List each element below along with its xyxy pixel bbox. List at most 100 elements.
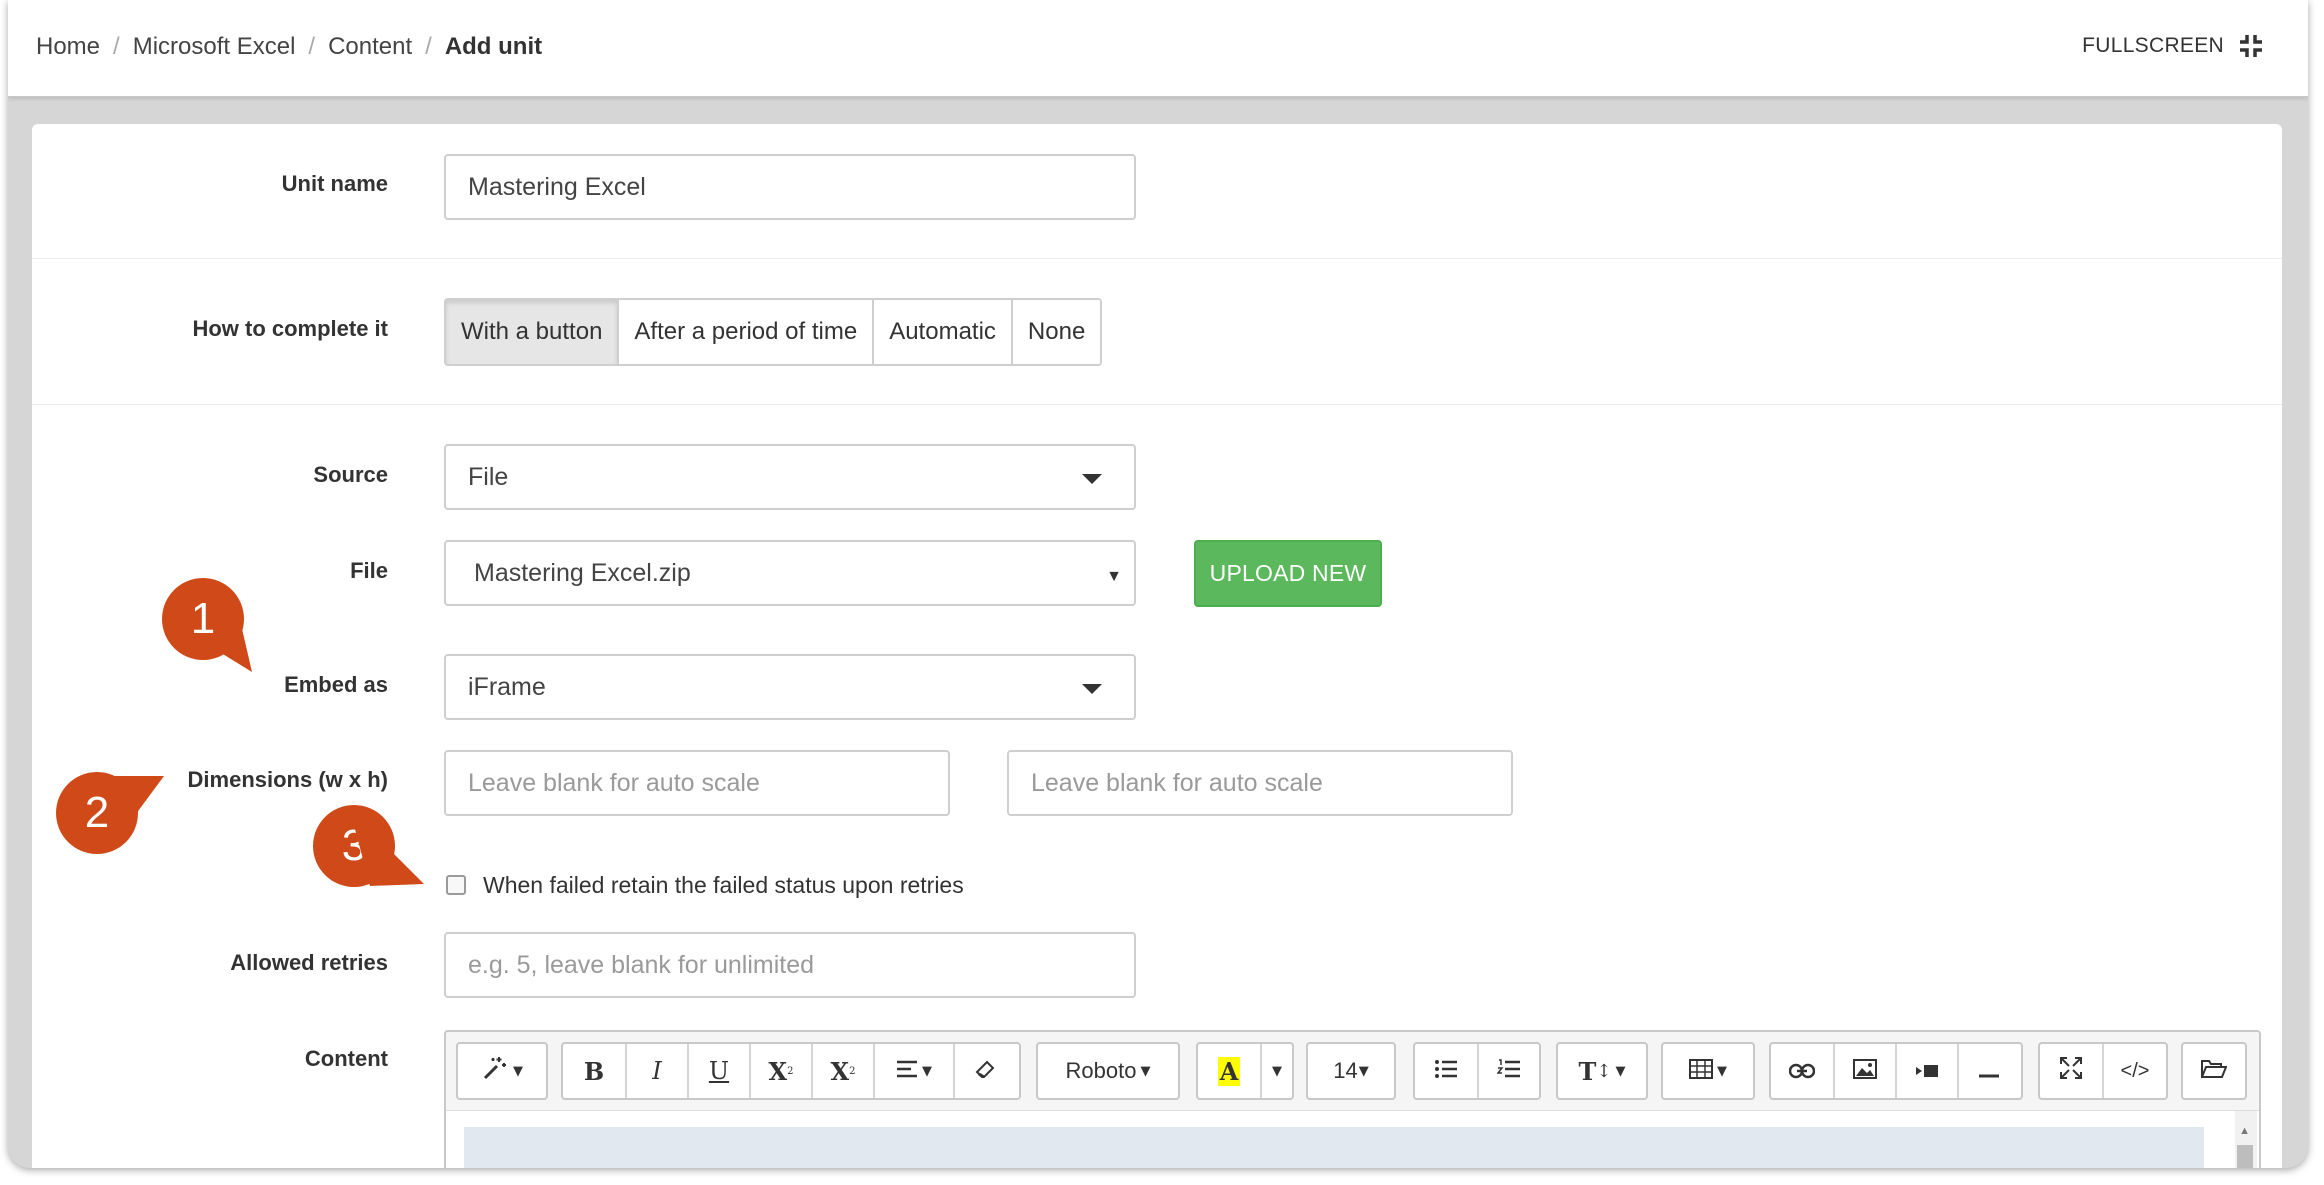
source-select[interactable]: File xyxy=(444,444,1136,510)
horizontal-rule-button[interactable] xyxy=(1957,1044,2019,1098)
caret-down-icon: ▼ xyxy=(513,1063,523,1079)
subscript-icon: X xyxy=(830,1056,850,1086)
file-label: File xyxy=(350,558,388,583)
fullscreen-label: FULLSCREEN xyxy=(2082,34,2224,57)
divider xyxy=(32,404,2282,405)
bold-button[interactable]: B xyxy=(563,1044,625,1098)
toolbar-group-files xyxy=(2181,1042,2247,1100)
embed-as-value: iFrame xyxy=(468,672,546,701)
breadcrumb-home[interactable]: Home xyxy=(36,33,100,61)
source-value: File xyxy=(468,462,509,491)
insert-video-button[interactable] xyxy=(1895,1044,1957,1098)
allowed-retries-label: Allowed retries xyxy=(230,950,388,975)
embed-as-label: Embed as xyxy=(284,672,388,697)
fullscreen-toggle[interactable]: FULLSCREEN xyxy=(2082,33,2264,59)
insert-image-button[interactable] xyxy=(1833,1044,1895,1098)
numbered-list-icon xyxy=(1496,1057,1521,1085)
completion-option-time[interactable]: After a period of time xyxy=(617,300,873,364)
caret-down-icon: ▼ xyxy=(1140,1063,1151,1079)
editor-fullscreen-button[interactable] xyxy=(2040,1044,2102,1098)
magic-wand-icon xyxy=(481,1054,509,1088)
font-size-value: 14 xyxy=(1333,1058,1358,1083)
height-input[interactable]: Leave blank for auto scale xyxy=(1007,750,1513,816)
toolbar-group-format: B I U X2 X2 ▼ xyxy=(561,1042,1021,1100)
editor-canvas[interactable] xyxy=(464,1127,2204,1168)
underline-button[interactable]: U xyxy=(687,1044,749,1098)
app-window: Home / Microsoft Excel / Content / Add u… xyxy=(8,0,2308,1168)
link-icon xyxy=(1788,1057,1816,1085)
open-file-button[interactable] xyxy=(2183,1044,2245,1098)
divider xyxy=(32,258,2282,259)
caret-down-icon: ▼ xyxy=(922,1063,932,1079)
completion-label: How to complete it xyxy=(192,316,388,341)
allowed-retries-input[interactable]: e.g. 5, leave blank for unlimited xyxy=(444,932,1136,998)
editor-scrollbar[interactable]: ▲ xyxy=(2235,1111,2257,1168)
caret-down-icon: ▼ xyxy=(1106,568,1122,585)
top-bar: Home / Microsoft Excel / Content / Add u… xyxy=(8,0,2308,97)
text-color-icon: A xyxy=(1217,1056,1241,1086)
width-input[interactable]: Leave blank for auto scale xyxy=(444,750,950,816)
bullet-list-icon xyxy=(1434,1057,1458,1085)
image-icon xyxy=(1853,1057,1877,1085)
align-button[interactable]: ▼ xyxy=(873,1044,953,1098)
magic-wand-button[interactable]: ▼ xyxy=(458,1044,546,1098)
clear-format-button[interactable] xyxy=(953,1044,1015,1098)
text-color-button[interactable]: A xyxy=(1198,1044,1260,1098)
retain-failed-label: When failed retain the failed status upo… xyxy=(483,872,964,898)
code-view-button[interactable]: </> xyxy=(2102,1044,2166,1098)
subscript-button[interactable]: X2 xyxy=(811,1044,873,1098)
caret-down-icon: ▼ xyxy=(1272,1063,1282,1079)
toolbar-group-font: Roboto ▼ xyxy=(1036,1042,1180,1100)
breadcrumb-separator: / xyxy=(308,33,316,60)
horizontal-rule-icon xyxy=(1978,1057,2000,1085)
scroll-thumb[interactable] xyxy=(2237,1145,2253,1168)
completion-option-none[interactable]: None xyxy=(1010,300,1101,364)
expand-icon xyxy=(2060,1057,2082,1085)
superscript-icon: X xyxy=(768,1056,788,1086)
editor-content-area[interactable]: ▲ xyxy=(446,1110,2259,1168)
superscript-button[interactable]: X2 xyxy=(749,1044,811,1098)
table-dropdown[interactable]: ▼ xyxy=(1663,1044,1753,1098)
font-size-dropdown[interactable]: 14 ▼ xyxy=(1308,1044,1394,1098)
file-select[interactable]: Mastering Excel.zip ▼ xyxy=(444,540,1136,606)
italic-button[interactable]: I xyxy=(625,1044,687,1098)
rich-text-editor: ▼ B I U X2 X2 ▼ Roboto ▼ A ▼ 14 ▼ T ↕ ▼ … xyxy=(444,1030,2261,1168)
toolbar-group-table: ▼ xyxy=(1661,1042,1755,1100)
unit-name-label: Unit name xyxy=(281,171,388,196)
upload-new-button[interactable]: UPLOAD NEW xyxy=(1194,540,1382,607)
font-family-value: Roboto xyxy=(1065,1058,1137,1083)
file-value: Mastering Excel.zip xyxy=(474,558,691,587)
font-family-dropdown[interactable]: Roboto ▼ xyxy=(1038,1044,1178,1098)
scroll-up-icon[interactable]: ▲ xyxy=(2239,1125,2250,1137)
bullet-list-button[interactable] xyxy=(1415,1044,1477,1098)
completion-option-button[interactable]: With a button xyxy=(446,300,618,364)
dimensions-label: Dimensions (w x h) xyxy=(187,767,388,792)
toolbar-group-insert xyxy=(1769,1042,2023,1100)
eraser-icon xyxy=(975,1057,995,1085)
toolbar-group-lists xyxy=(1413,1042,1541,1100)
completion-option-automatic[interactable]: Automatic xyxy=(872,300,1011,364)
video-icon xyxy=(1915,1057,1939,1085)
exit-fullscreen-icon xyxy=(2238,33,2264,59)
text-color-dropdown[interactable]: ▼ xyxy=(1260,1044,1292,1098)
embed-as-select[interactable]: iFrame xyxy=(444,654,1136,720)
callout-3-pointer xyxy=(350,810,424,886)
breadcrumb-separator: / xyxy=(425,33,432,60)
retain-failed-checkbox[interactable] xyxy=(446,875,466,895)
text-height-icon: T xyxy=(1578,1056,1597,1086)
toolbar-group-color: A ▼ xyxy=(1196,1042,1294,1100)
toolbar-group-view: </> xyxy=(2038,1042,2168,1100)
breadcrumb-course[interactable]: Microsoft Excel xyxy=(133,33,296,61)
insert-link-button[interactable] xyxy=(1771,1044,1833,1098)
align-left-icon xyxy=(896,1057,918,1085)
numbered-list-button[interactable] xyxy=(1477,1044,1539,1098)
caret-down-icon: ▼ xyxy=(1615,1063,1626,1079)
source-label: Source xyxy=(313,462,388,487)
unit-name-input[interactable]: Mastering Excel xyxy=(444,154,1136,220)
text-style-dropdown[interactable]: T ↕ ▼ xyxy=(1558,1044,1646,1098)
form-panel: Unit name Mastering Excel How to complet… xyxy=(32,124,2282,1168)
completion-options: With a button After a period of time Aut… xyxy=(444,298,1103,366)
breadcrumb-content[interactable]: Content xyxy=(328,33,412,61)
caret-down-icon: ▼ xyxy=(1717,1063,1727,1079)
caret-down-icon xyxy=(1082,474,1102,484)
